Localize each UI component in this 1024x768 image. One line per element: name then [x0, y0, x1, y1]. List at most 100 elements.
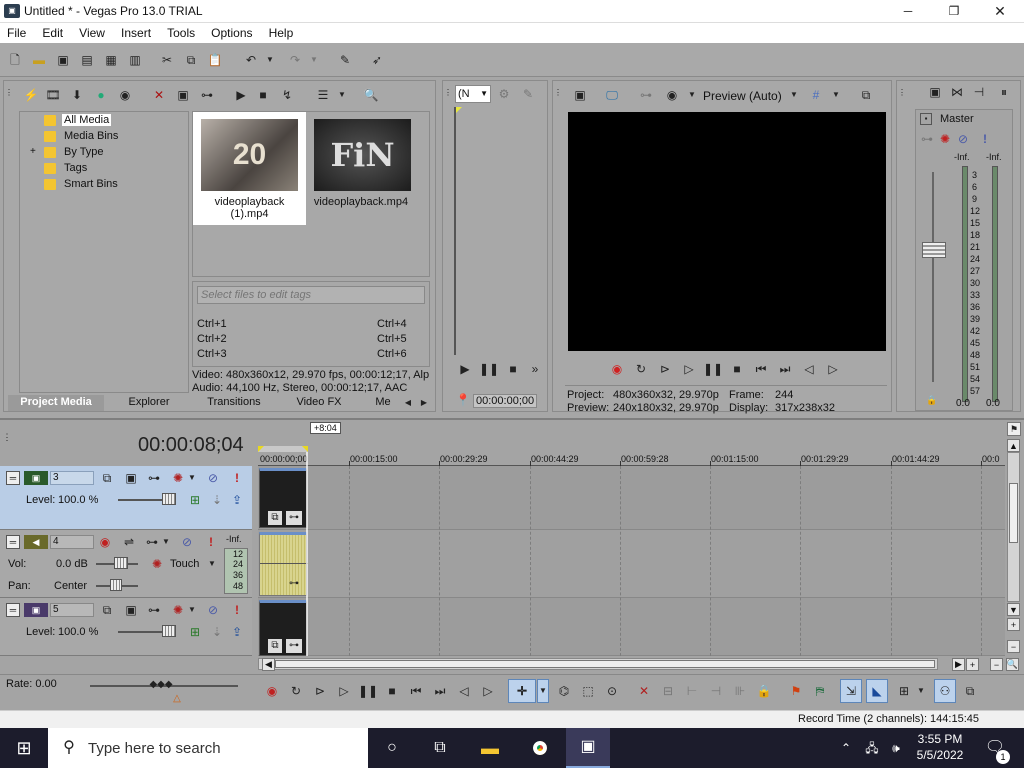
volume-icon[interactable]: 🕪	[884, 728, 908, 768]
play-icon[interactable]: ▶	[457, 361, 473, 377]
solo-icon[interactable]: !	[230, 603, 244, 617]
external-monitor-icon[interactable]: 🖵	[603, 86, 621, 104]
file-explorer-icon[interactable]: ▬	[468, 728, 512, 768]
automation-icon[interactable]: ✺	[150, 557, 164, 571]
scroll-right-button[interactable]: ▶	[952, 658, 965, 671]
audio-clip[interactable]: ⊶	[259, 532, 308, 596]
task-view-icon[interactable]: ⧉	[420, 728, 460, 768]
shortcut-ctrl1[interactable]: Ctrl+1	[197, 318, 227, 330]
go-to-start-icon[interactable]: ⏮	[753, 361, 769, 377]
pause-icon[interactable]: ❚❚	[479, 361, 499, 377]
master-fx-settings-icon[interactable]: ✺	[938, 132, 952, 146]
tab-media-generators[interactable]: Me	[368, 395, 398, 411]
previous-frame-icon[interactable]: ◁	[801, 361, 817, 377]
track-lane-4[interactable]	[258, 530, 1005, 598]
snapping-icon[interactable]: ⇲	[840, 679, 862, 703]
loop-icon[interactable]: ↻	[633, 361, 649, 377]
get-media-web-icon[interactable]: ◉	[116, 86, 134, 104]
go-to-end-icon[interactable]: ⏭	[777, 361, 793, 377]
grip-handle[interactable]: ⋮	[898, 84, 906, 102]
chevron-down-icon[interactable]: ▼	[162, 535, 170, 549]
more-icon[interactable]: »	[527, 361, 543, 377]
preview-quality-dropdown-icon[interactable]: ▼	[789, 86, 799, 104]
views-dropdown-icon[interactable]: ▼	[336, 86, 348, 104]
mixer-meters-icon[interactable]: ⏸	[995, 84, 1013, 100]
tab-scroll-left-icon[interactable]: ◀	[402, 396, 414, 410]
media-properties-icon[interactable]: ▣	[174, 86, 192, 104]
undo-icon[interactable]: ↶	[242, 51, 260, 69]
play-icon[interactable]: ▷	[336, 683, 352, 699]
pause-icon[interactable]: ❚❚	[703, 361, 723, 377]
taskbar-clock[interactable]: 3:55 PM 5/5/2022	[910, 730, 970, 766]
shortcut-ctrl5[interactable]: Ctrl+5	[377, 333, 407, 345]
delete-icon[interactable]: ✕	[636, 683, 652, 699]
mute-icon[interactable]: ⊘	[180, 535, 194, 549]
chevron-down-icon[interactable]: ▼	[208, 557, 216, 571]
lock-envelopes-icon[interactable]: ⚇	[934, 679, 956, 703]
arrow-down-icon[interactable]: ⇣	[210, 625, 224, 639]
tab-scroll-right-icon[interactable]: ▶	[418, 396, 430, 410]
overlays-dropdown-icon[interactable]: ▼	[831, 86, 841, 104]
tree-expander[interactable]: +	[30, 146, 36, 157]
chevron-down-icon[interactable]: ▼	[188, 471, 196, 485]
grip-handle[interactable]: ⋮	[3, 426, 12, 448]
loop-playback-icon[interactable]: ↻	[288, 683, 304, 699]
trim-icon[interactable]: ⊟	[660, 683, 676, 699]
next-frame-icon[interactable]: ▷	[825, 361, 841, 377]
media-file-item[interactable]: 20 videoplayback (1).mp4	[193, 112, 306, 225]
track-lane-3[interactable]	[258, 466, 1005, 530]
track-minimize-icon[interactable]: ═	[6, 471, 20, 485]
save-as-icon[interactable]: ▤	[78, 51, 96, 69]
stop-icon[interactable]: ■	[505, 361, 521, 377]
mute-icon[interactable]: ⊘	[206, 471, 220, 485]
render-icon[interactable]: ▦	[102, 51, 120, 69]
lock-icon[interactable]: 🔒	[756, 683, 772, 699]
normal-edit-tool-icon[interactable]: ✛	[508, 679, 536, 703]
redo-icon[interactable]: ↷	[286, 51, 304, 69]
enable-snapping-icon[interactable]: ✎	[336, 51, 354, 69]
remove-media-icon[interactable]: ✕	[150, 86, 168, 104]
track-fx-icon[interactable]: ⊶	[146, 471, 162, 485]
crop-icon[interactable]: ⧉	[268, 511, 282, 525]
show-hidden-icons[interactable]: ⌃	[836, 728, 856, 768]
tree-item-tags[interactable]: Tags	[44, 162, 194, 176]
record-icon[interactable]: ◉	[264, 683, 280, 699]
windows-start-icon[interactable]: ⊞	[0, 728, 48, 768]
grip-handle[interactable]: ⋮	[444, 84, 452, 102]
shortcut-ctrl4[interactable]: Ctrl+4	[377, 318, 407, 330]
envelope-tool-icon[interactable]: ⌬	[556, 683, 572, 699]
horizontal-scrollbar[interactable]	[258, 658, 938, 670]
track-name-field[interactable]: 4	[50, 535, 94, 549]
taskbar-search-box[interactable]: ⚲ Type here to search	[48, 728, 368, 768]
track-motion-icon[interactable]: ✺	[170, 603, 186, 617]
loop-start-marker[interactable]	[258, 446, 264, 452]
pause-icon[interactable]: ❚❚	[358, 683, 378, 699]
chevron-down-icon[interactable]: ▼	[687, 86, 697, 104]
start-preview-icon[interactable]: ▶	[232, 86, 250, 104]
preview-properties-icon[interactable]: ▣	[571, 86, 589, 104]
shortcut-ctrl6[interactable]: Ctrl+6	[377, 348, 407, 360]
level-slider-handle[interactable]	[162, 493, 176, 505]
extract-audio-icon[interactable]: ●	[92, 86, 110, 104]
track-minimize-icon[interactable]: ═	[6, 603, 20, 617]
cut-icon[interactable]: ✂	[158, 51, 176, 69]
trimmer-effects-icon[interactable]: ⚙	[495, 85, 513, 103]
menu-tools[interactable]: Tools	[160, 23, 201, 40]
previous-frame-icon[interactable]: ◁	[456, 683, 472, 699]
properties-icon[interactable]: ▥	[126, 51, 144, 69]
menu-help[interactable]: Help	[262, 23, 300, 40]
edit-tool-dropdown-icon[interactable]: ▼	[537, 679, 549, 703]
tree-item-smart-bins[interactable]: Smart Bins	[44, 178, 194, 192]
track-fx-icon[interactable]: ⊶	[146, 603, 162, 617]
compositing-mode-icon[interactable]: ⧉	[100, 603, 114, 617]
shortcut-ctrl3[interactable]: Ctrl+3	[197, 348, 227, 360]
tree-item-all-media[interactable]: All Media	[44, 114, 194, 128]
chrome-icon[interactable]	[518, 728, 562, 768]
zoom-in-horizontal-button[interactable]: +	[966, 658, 979, 671]
split-screen-icon[interactable]: ◉	[663, 86, 681, 104]
play-icon[interactable]: ▷	[681, 361, 697, 377]
tab-transitions[interactable]: Transitions	[196, 395, 272, 411]
views-icon[interactable]: ☰	[314, 86, 332, 104]
upload-icon[interactable]: ⇪	[230, 625, 244, 639]
clip-fx-icon[interactable]: ⊶	[286, 639, 302, 653]
